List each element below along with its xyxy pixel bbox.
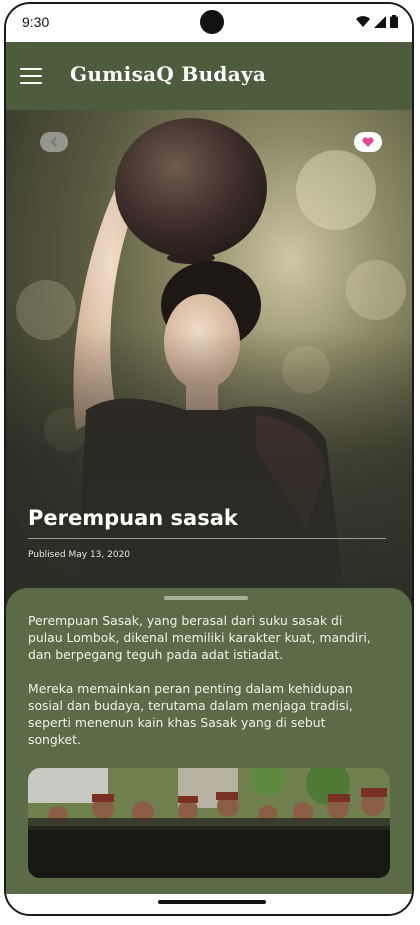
- status-time: 9:30: [22, 14, 50, 30]
- favorite-button[interactable]: [354, 132, 382, 152]
- article-title: Perempuan sasak: [28, 506, 238, 530]
- back-button[interactable]: [40, 132, 68, 152]
- back-icon: [50, 137, 57, 147]
- hero-image: Perempuan sasak Publised May 13, 2020: [6, 110, 412, 610]
- content-sheet[interactable]: Perempuan Sasak, yang berasal dari suku …: [6, 588, 412, 898]
- status-bar: 9:30: [6, 4, 412, 42]
- title-divider: [28, 538, 386, 539]
- hero-gradient: [6, 330, 412, 610]
- menu-icon[interactable]: [20, 68, 42, 84]
- article-paragraph: Mereka memainkan peran penting dalam keh…: [28, 681, 353, 747]
- article-date: Publised May 13, 2020: [28, 550, 131, 560]
- crowd-image[interactable]: [28, 768, 390, 878]
- heart-icon: [362, 137, 374, 147]
- crowd-photo: [28, 768, 390, 878]
- article-paragraph: Perempuan Sasak, yang berasal dari suku …: [28, 613, 371, 662]
- camera-cutout: [200, 10, 224, 34]
- battery-icon: [390, 15, 398, 28]
- signal-icon: [374, 15, 386, 28]
- home-indicator[interactable]: [158, 900, 266, 904]
- drag-handle[interactable]: [164, 596, 248, 600]
- app-title: GumisaQ Budaya: [70, 62, 267, 86]
- wifi-icon: [356, 15, 370, 27]
- navigation-bar: [6, 894, 412, 914]
- phone-frame: 9:30 GumisaQ Budaya Perempuan sasak Publ…: [4, 2, 414, 916]
- app-bar: GumisaQ Budaya: [6, 42, 412, 110]
- status-icons: [356, 15, 398, 28]
